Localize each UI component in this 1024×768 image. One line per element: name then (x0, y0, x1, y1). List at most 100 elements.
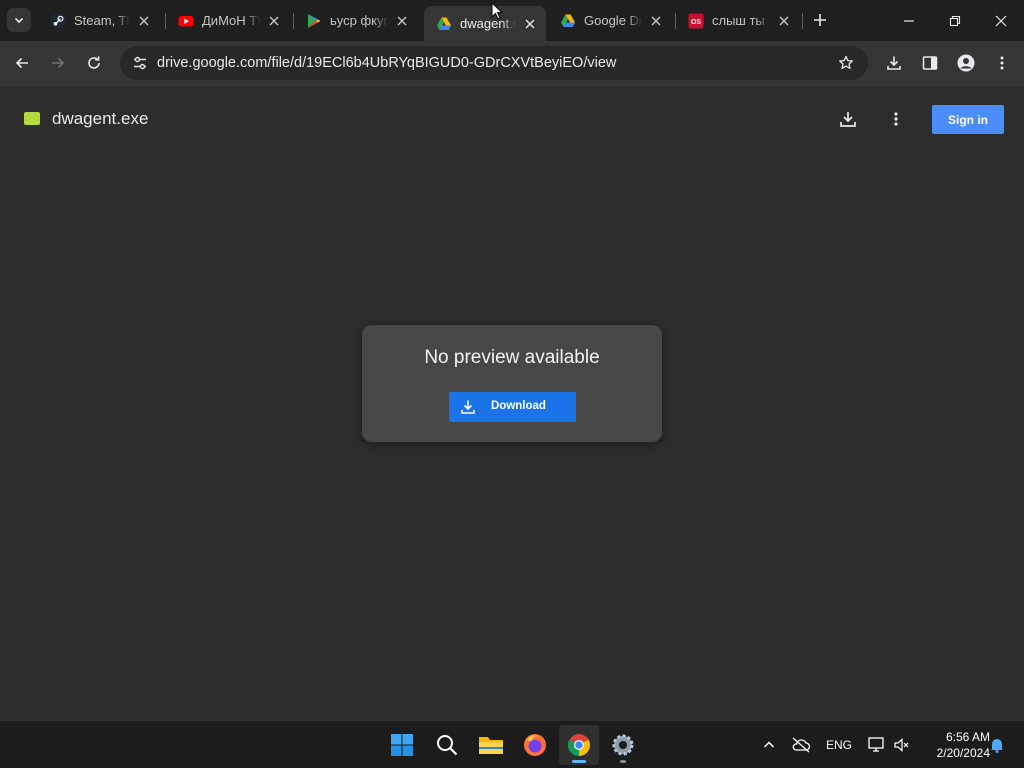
search-button[interactable] (427, 725, 467, 765)
site-info-button[interactable] (126, 49, 154, 77)
tab-steam[interactable]: Steam, The Ultimate Online Game Platform (38, 6, 160, 35)
start-button[interactable] (382, 725, 422, 765)
close-tab-icon[interactable] (136, 13, 152, 29)
file-explorer-button[interactable] (471, 725, 511, 765)
tab-google-play[interactable]: ьуср фкуг (294, 6, 418, 35)
google-play-icon (306, 13, 322, 29)
tab-title: dwagent.exe (460, 16, 516, 31)
youtube-icon (178, 13, 194, 29)
close-tab-icon[interactable] (776, 13, 792, 29)
url-text[interactable]: drive.google.com/file/d/19ECl6b4UbRYqBIG… (157, 55, 616, 71)
windows-icon (391, 734, 413, 756)
download-button-label: Download (491, 400, 546, 412)
restore-button[interactable] (932, 0, 978, 41)
tab-search-button[interactable] (7, 8, 31, 32)
tab-strip: Steam, The Ultimate Online Game Platform… (0, 0, 1024, 41)
google-drive-icon (436, 16, 452, 32)
no-preview-message: No preview available (424, 347, 600, 368)
browser-toolbar: drive.google.com/file/d/19ECl6b4UbRYqBIG… (0, 41, 1024, 86)
tab-title: Google Drive (584, 13, 642, 28)
address-bar[interactable]: drive.google.com/file/d/19ECl6b4UbRYqBIG… (120, 46, 868, 80)
clock-date: 2/20/2024 (936, 746, 990, 760)
settings-button[interactable] (603, 725, 643, 765)
google-drive-icon (560, 13, 576, 29)
network-button[interactable] (864, 721, 890, 768)
download-icon (887, 56, 901, 70)
onedrive-button[interactable] (788, 721, 814, 768)
tab-title: ьуср фкуг (330, 13, 388, 28)
side-panel-icon (922, 56, 938, 70)
plus-icon (814, 14, 826, 26)
new-tab-button[interactable] (808, 8, 832, 32)
sign-in-button[interactable]: Sign in (932, 105, 1004, 134)
restore-icon (949, 15, 961, 26)
minimize-icon (904, 19, 914, 22)
chevron-up-icon (763, 741, 775, 748)
chrome-icon (568, 734, 590, 756)
page-download-button[interactable] (834, 105, 862, 133)
more-vertical-icon (1000, 56, 1004, 70)
notifications-button[interactable] (986, 721, 1008, 768)
more-vertical-icon (894, 112, 898, 126)
forward-button[interactable] (44, 49, 72, 77)
firefox-button[interactable] (515, 725, 555, 765)
downloads-button[interactable] (880, 49, 908, 77)
tab-separator (802, 13, 803, 29)
profile-button[interactable] (952, 49, 980, 77)
drive-viewer: dwagent.exe Sign in No preview available… (0, 87, 1024, 720)
search-icon (437, 735, 458, 756)
reload-button[interactable] (80, 49, 108, 77)
windows-taskbar: ENG 6:56 AM 2/20/2024 (0, 720, 1024, 768)
download-icon (461, 400, 475, 414)
svg-text:OS: OS (691, 19, 701, 26)
bell-icon (991, 739, 1003, 753)
reload-icon (88, 56, 100, 69)
network-icon (868, 737, 884, 752)
steam-icon (50, 13, 66, 29)
folder-icon (479, 737, 503, 754)
close-window-button[interactable] (978, 0, 1024, 41)
browser-menu-button[interactable] (988, 49, 1016, 77)
close-tab-icon[interactable] (522, 16, 538, 32)
side-panel-button[interactable] (916, 49, 944, 77)
firefox-icon (524, 734, 546, 756)
minimize-button[interactable] (886, 0, 932, 41)
no-preview-card: No preview available Download (362, 325, 662, 442)
mouse-cursor-icon (491, 2, 503, 20)
tab-youtube[interactable]: ДиМоН ТВ (166, 6, 290, 35)
show-hidden-icons-button[interactable] (758, 721, 780, 768)
download-button[interactable]: Download (449, 392, 576, 422)
star-icon (839, 55, 853, 70)
tab-title: Steam, The Ultimate Online Game Platform (74, 13, 130, 28)
chevron-down-icon (14, 17, 24, 24)
tab-dwagent-active[interactable]: dwagent.exe (424, 6, 546, 41)
back-button[interactable] (8, 49, 36, 77)
file-name: dwagent.exe (52, 109, 149, 128)
bookmark-button[interactable] (834, 51, 858, 75)
arrow-left-icon (15, 57, 28, 69)
close-tab-icon[interactable] (394, 13, 410, 29)
tab-os[interactable]: OS слыш ты (676, 6, 800, 35)
tab-title: слыш ты (712, 13, 765, 28)
gear-icon (612, 734, 634, 756)
account-icon (957, 54, 975, 72)
close-icon (995, 15, 1007, 26)
close-tab-icon[interactable] (648, 13, 664, 29)
running-app-indicator (620, 760, 626, 763)
os-icon: OS (688, 13, 704, 29)
arrow-right-icon (52, 57, 65, 69)
tab-title: ДиМоН ТВ (202, 13, 260, 28)
close-tab-icon[interactable] (266, 13, 282, 29)
language-indicator[interactable]: ENG (822, 721, 856, 768)
volume-button[interactable] (890, 721, 914, 768)
more-actions-button[interactable] (882, 105, 910, 133)
clock-time: 6:56 AM (945, 730, 990, 744)
active-app-indicator (572, 760, 586, 763)
tab-google-drive[interactable]: Google Drive (548, 6, 672, 35)
tune-icon (134, 56, 146, 70)
chrome-button[interactable] (559, 725, 599, 765)
download-icon (840, 112, 856, 127)
cloud-offline-icon (792, 737, 811, 753)
volume-muted-icon (894, 738, 909, 752)
system-clock[interactable]: 6:56 AM 2/20/2024 (918, 729, 990, 761)
